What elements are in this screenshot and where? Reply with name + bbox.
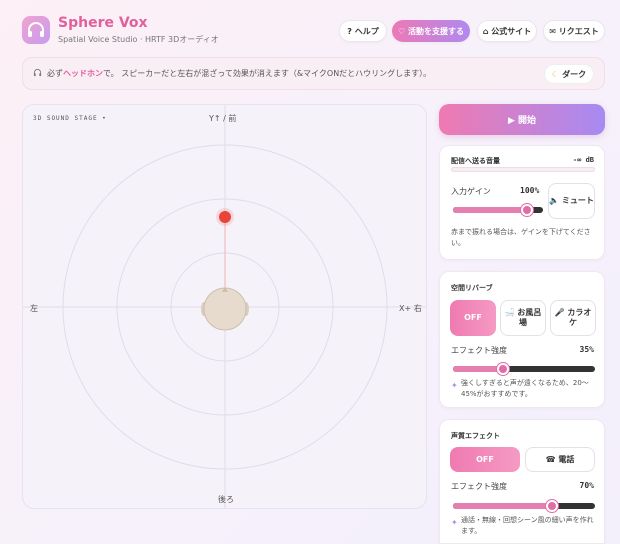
official-site-button[interactable]: ⌂ 公式サイト — [477, 20, 537, 42]
request-button[interactable]: ✉ リクエスト — [543, 20, 605, 42]
reverb-off-button[interactable]: OFF — [450, 300, 496, 336]
mute-button[interactable]: 🔈 ミュート — [548, 183, 595, 219]
voice-off-button[interactable]: OFF — [450, 447, 520, 472]
output-card: 配信へ送る音量 -∞ dB 入力ゲイン 100% 🔈 ミュート 赤まで振れる場合… — [439, 145, 605, 260]
axis-front-label: Y↑ / 前 — [209, 114, 237, 123]
sparkle-icon: ✦ — [451, 381, 458, 390]
slider-thumb[interactable] — [520, 204, 533, 216]
reverb-karaoke-button[interactable]: 🎤 カラオケ — [550, 300, 596, 336]
app-subtitle: Spatial Voice Studio · HRTF 3Dオーディオ — [58, 35, 219, 44]
sound-source-dot[interactable] — [219, 211, 231, 223]
notice-prefix: 必ず — [47, 69, 63, 78]
headphone-notice: 必ず ヘッドホン で。 スピーカーだと左右が混ざって効果が消えます（&マイクONだと… — [22, 57, 605, 90]
notice-highlight: ヘッドホン — [63, 69, 103, 78]
reverb-bath-button[interactable]: 🛁 お風呂場 — [500, 300, 546, 336]
help-button[interactable]: ? ヘルプ — [339, 20, 387, 42]
headphones-icon — [33, 68, 42, 79]
reverb-card: 空間リバーブ OFF 🛁 お風呂場 🎤 カラオケ エフェクト強度 35% ✦ 強… — [439, 271, 605, 408]
notice-suffix: で。 スピーカーだと左右が混ざって効果が消えます（&マイクONだとハウリングしま… — [103, 69, 432, 78]
input-gain-label: 入力ゲイン — [451, 187, 491, 196]
voice-strength-value: 70% — [579, 481, 594, 490]
reverb-strength-slider[interactable] — [453, 363, 595, 375]
axis-back-label: 後ろ — [218, 495, 234, 504]
voice-effect-title: 声質エフェクト — [451, 432, 500, 440]
reverb-strength-value: 35% — [579, 345, 594, 354]
reverb-title: 空間リバーブ — [451, 284, 493, 292]
axis-right-label: X+ 右 — [399, 304, 422, 313]
axis-left-label: 左 — [30, 304, 38, 313]
input-gain-value: 100% — [520, 186, 540, 195]
stage-label: 3D SOUND STAGE • — [33, 115, 107, 122]
level-meter — [451, 167, 595, 172]
app-header: Sphere Vox Spatial Voice Studio · HRTF 3… — [0, 0, 620, 52]
slider-thumb[interactable] — [496, 363, 509, 375]
dark-mode-button[interactable]: ☾ ダーク — [544, 64, 594, 84]
dark-mode-label: ダーク — [562, 69, 587, 79]
voice-hint: 通話・無線・回想シーン風の細い声を作れます。 — [461, 516, 594, 535]
listener-head-icon — [201, 287, 249, 331]
headphones-logo-icon — [22, 16, 50, 44]
voice-strength-label: エフェクト強度 — [451, 482, 507, 491]
start-button[interactable]: ▶ 開始 — [439, 104, 605, 135]
reverb-hint: 強くしすぎると声が遠くなるため、20〜45%がおすすめです。 — [461, 379, 589, 398]
moon-icon: ☾ — [551, 69, 560, 79]
voice-effect-card: 声質エフェクト OFF ☎ 電話 エフェクト強度 70% ✦ 通話・無線・回想シ… — [439, 419, 605, 544]
sparkle-icon: ✦ — [451, 518, 458, 527]
slider-thumb[interactable] — [546, 500, 559, 512]
output-db-value: -∞ dB — [572, 156, 594, 164]
output-title: 配信へ送る音量 — [451, 157, 500, 165]
reverb-strength-label: エフェクト強度 — [451, 346, 507, 355]
input-gain-slider[interactable] — [453, 204, 543, 216]
gain-hint: 赤まで振れる場合は、ゲインを下げてください。 — [451, 228, 591, 247]
sound-stage[interactable]: 3D SOUND STAGE • Y↑ / 前 後ろ 左 X+ 右 — [22, 104, 427, 509]
app-title: Sphere Vox — [58, 15, 148, 31]
voice-strength-slider[interactable] — [453, 500, 595, 512]
support-button[interactable]: ♡ 活動を支援する — [392, 20, 470, 42]
voice-phone-button[interactable]: ☎ 電話 — [525, 447, 595, 472]
